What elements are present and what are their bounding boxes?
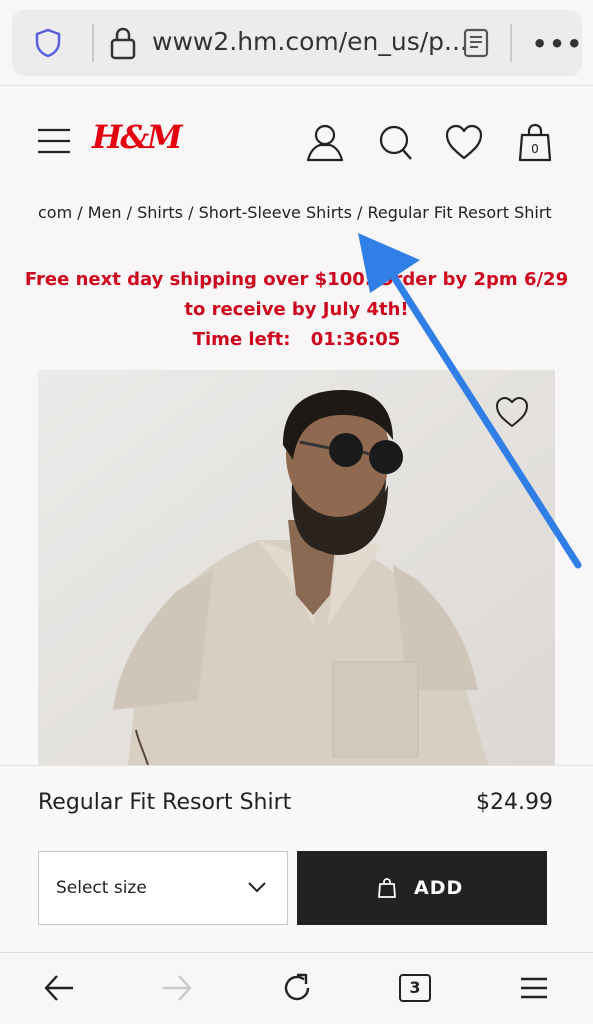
product-name: Regular Fit Resort Shirt: [38, 790, 292, 815]
more-options-icon[interactable]: •••: [532, 30, 584, 58]
promo-line-2: to receive by July 4th!: [184, 299, 409, 320]
shipping-promo-banner: Free next day shipping over $100: Order …: [0, 265, 593, 355]
account-icon[interactable]: [305, 122, 345, 164]
breadcrumb[interactable]: com / Men / Shirts / Short-Sleeve Shirts…: [38, 203, 552, 222]
size-select-dropdown[interactable]: Select size: [38, 851, 288, 925]
size-select-label: Select size: [56, 878, 147, 898]
add-to-bag-button[interactable]: ADD: [297, 851, 547, 925]
chevron-down-icon: [248, 882, 266, 893]
add-button-label: ADD: [414, 877, 464, 899]
reload-icon[interactable]: [279, 970, 315, 1006]
shopping-bag-icon[interactable]: 0: [515, 122, 555, 164]
timer-label: Time left:: [192, 329, 291, 350]
search-icon[interactable]: [376, 122, 416, 164]
browser-address-bar-container: www2.hm.com/en_us/p... •••: [0, 0, 593, 86]
shield-icon[interactable]: [32, 27, 64, 59]
url-text[interactable]: www2.hm.com/en_us/p...: [152, 27, 468, 56]
back-arrow-icon[interactable]: [42, 970, 76, 1006]
address-bar-divider: [92, 24, 94, 62]
timer-value: 01:36:05: [310, 329, 401, 350]
hamburger-menu-icon[interactable]: [38, 128, 70, 154]
product-photo-illustration: [38, 370, 555, 765]
address-bar[interactable]: www2.hm.com/en_us/p... •••: [12, 10, 582, 76]
reader-mode-icon[interactable]: [462, 27, 490, 59]
forward-arrow-icon[interactable]: [160, 970, 194, 1006]
lock-icon: [110, 27, 136, 60]
promo-timer: Time left: 01:36:05: [0, 325, 593, 355]
promo-line-1: Free next day shipping over $100: Order …: [24, 269, 569, 290]
product-price: $24.99: [476, 790, 553, 815]
tabs-count-button[interactable]: 3: [399, 974, 431, 1002]
favorites-heart-icon[interactable]: [444, 122, 484, 164]
hm-logo[interactable]: H&M: [92, 118, 183, 156]
address-bar-divider: [510, 24, 512, 62]
product-image[interactable]: [38, 370, 555, 765]
svg-text:0: 0: [531, 142, 539, 156]
add-to-favorites-heart-icon[interactable]: [494, 395, 530, 429]
browser-menu-icon[interactable]: [520, 970, 548, 1006]
shopping-bag-icon: [378, 878, 396, 898]
